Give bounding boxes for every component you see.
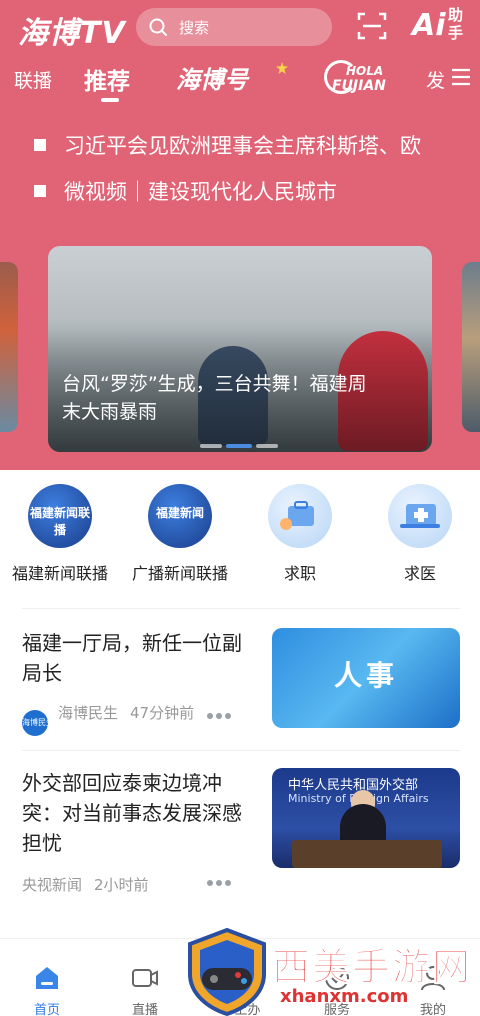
nav-label: 直播 bbox=[131, 1003, 158, 1016]
quick-entry-label: 福建新闻联播 bbox=[11, 564, 108, 583]
bullet-icon bbox=[34, 139, 46, 151]
quick-entry-medical[interactable]: 求医 bbox=[360, 484, 480, 584]
site-watermark: 西美手游网 xhanxm.com bbox=[184, 928, 480, 1016]
quick-entry-label: 求职 bbox=[283, 564, 316, 583]
news-thumbnail[interactable]: 人事 bbox=[272, 628, 460, 728]
headline-text: 微视频｜建设现代化人民城市 bbox=[64, 180, 337, 204]
news-thumbnail[interactable]: 中华人民共和国外交部 Ministry of Foreign Affairs bbox=[272, 768, 460, 868]
tab-haibohao[interactable]: 海博号 bbox=[176, 60, 248, 95]
radio-news-icon: 福建新闻 bbox=[148, 484, 212, 548]
ai-label: Ai bbox=[412, 8, 446, 43]
news-source: 央视新闻 bbox=[22, 876, 83, 894]
search-icon bbox=[149, 18, 167, 36]
carousel-dot[interactable] bbox=[256, 444, 278, 448]
job-icon bbox=[268, 484, 332, 548]
watermark-title: 西美手游网 bbox=[271, 945, 473, 990]
news-title: 福建一厅局，新任一位副局长 bbox=[22, 631, 242, 685]
ai-helper-label: 助手 bbox=[448, 6, 464, 42]
fujian-news-icon: 福建新闻联播 bbox=[28, 484, 92, 548]
news-meta: 海博民生海博民生 47分钟前 bbox=[22, 702, 206, 736]
carousel-prev-card[interactable] bbox=[0, 262, 18, 432]
tab-hola-fujian[interactable]: HOLA FUJIAN bbox=[324, 58, 400, 98]
scan-icon[interactable] bbox=[356, 10, 388, 42]
quick-entry-radio-news[interactable]: 福建新闻 广播新闻联播 bbox=[120, 484, 240, 584]
quick-entry-label: 广播新闻联播 bbox=[131, 564, 228, 583]
carousel-dot-active[interactable] bbox=[226, 444, 252, 448]
carousel-main-card[interactable]: 台风“罗莎”生成，三台共舞！福建周末大雨暴雨 bbox=[48, 246, 432, 452]
carousel-dots bbox=[200, 444, 280, 448]
divider bbox=[22, 750, 460, 751]
nav-live[interactable]: 直播 bbox=[110, 961, 180, 1016]
thumbnail-text: 人事 bbox=[334, 659, 399, 692]
job-illustration-icon bbox=[280, 501, 314, 530]
quick-entry-fujian-news[interactable]: 福建新闻联播 福建新闻联播 bbox=[0, 484, 120, 584]
podium bbox=[292, 840, 442, 868]
gamepad-shield-icon bbox=[188, 928, 266, 1016]
carousel-next-card[interactable] bbox=[462, 262, 480, 432]
source-avatar: 海博民生 bbox=[22, 710, 54, 736]
radio-news-icon-text: 福建新闻 bbox=[155, 506, 204, 520]
tab-tuijian[interactable]: 推荐 bbox=[84, 62, 130, 96]
tab-fa[interactable]: 发 bbox=[426, 66, 445, 93]
carousel-title: 台风“罗莎”生成，三台共舞！福建周末大雨暴雨 bbox=[62, 373, 367, 423]
nav-label: 首页 bbox=[33, 1003, 60, 1016]
hero-banner: 海博TV 搜索 Ai 助手 联播 推荐 海博号 HOLA FUJIAN 发 习近… bbox=[0, 0, 480, 470]
hola-top-text: HOLA bbox=[346, 64, 384, 78]
headline-item[interactable]: 微视频｜建设现代化人民城市 bbox=[34, 176, 480, 210]
more-icon[interactable] bbox=[206, 879, 232, 887]
hola-bottom-text: FUJIAN bbox=[332, 78, 386, 94]
quick-entries: 福建新闻联播 福建新闻联播 福建新闻 广播新闻联播 求职 求医 bbox=[0, 484, 480, 584]
menu-icon[interactable] bbox=[450, 66, 472, 88]
news-item[interactable]: 福建一厅局，新任一位副局长 海博民生海博民生 47分钟前 人事 bbox=[22, 628, 460, 738]
divider bbox=[22, 608, 460, 609]
thumbnail-title: 中华人民共和国外交部 bbox=[288, 778, 419, 793]
news-time: 2小时前 bbox=[94, 876, 149, 894]
headline-text: 习近平会见欧洲理事会主席科斯塔、欧 bbox=[64, 134, 421, 158]
watermark-url: xhanxm.com bbox=[280, 986, 409, 1007]
home-icon bbox=[36, 967, 58, 989]
search-input[interactable]: 搜索 bbox=[136, 8, 332, 46]
banner-carousel[interactable]: 台风“罗莎”生成，三台共舞！福建周末大雨暴雨 bbox=[0, 244, 480, 454]
news-item[interactable]: 外交部回应泰柬边境冲突：对当前事态发展深感担忧 央视新闻 2小时前 中华人民共和国… bbox=[22, 768, 460, 898]
tab-lianbo[interactable]: 联播 bbox=[14, 66, 52, 93]
nav-home[interactable]: 首页 bbox=[12, 961, 82, 1016]
news-time: 47分钟前 bbox=[130, 704, 195, 722]
star-icon bbox=[276, 62, 288, 74]
news-meta: 央视新闻 2小时前 bbox=[22, 874, 161, 895]
more-icon[interactable] bbox=[206, 712, 232, 720]
active-tab-indicator bbox=[101, 98, 119, 102]
medical-illustration-icon bbox=[400, 504, 440, 528]
news-source: 海博民生 bbox=[58, 704, 119, 722]
bullet-icon bbox=[34, 185, 46, 197]
search-placeholder: 搜索 bbox=[179, 19, 210, 37]
fujian-news-icon-text: 福建新闻联播 bbox=[29, 506, 90, 537]
headline-item[interactable]: 习近平会见欧洲理事会主席科斯塔、欧 bbox=[34, 130, 480, 164]
channel-tabs: 联播 推荐 海博号 HOLA FUJIAN 发 bbox=[0, 58, 480, 104]
news-title: 外交部回应泰柬边境冲突：对当前事态发展深感担忧 bbox=[22, 771, 242, 855]
video-icon bbox=[132, 969, 158, 987]
ai-assistant-button[interactable]: Ai 助手 bbox=[410, 4, 470, 48]
top-bar: 海博TV 搜索 Ai 助手 bbox=[0, 0, 480, 54]
app-logo: 海博TV bbox=[18, 16, 126, 51]
carousel-dot[interactable] bbox=[200, 444, 222, 448]
quick-entry-job[interactable]: 求职 bbox=[240, 484, 360, 584]
quick-entry-label: 求医 bbox=[403, 564, 436, 583]
medical-icon bbox=[388, 484, 452, 548]
